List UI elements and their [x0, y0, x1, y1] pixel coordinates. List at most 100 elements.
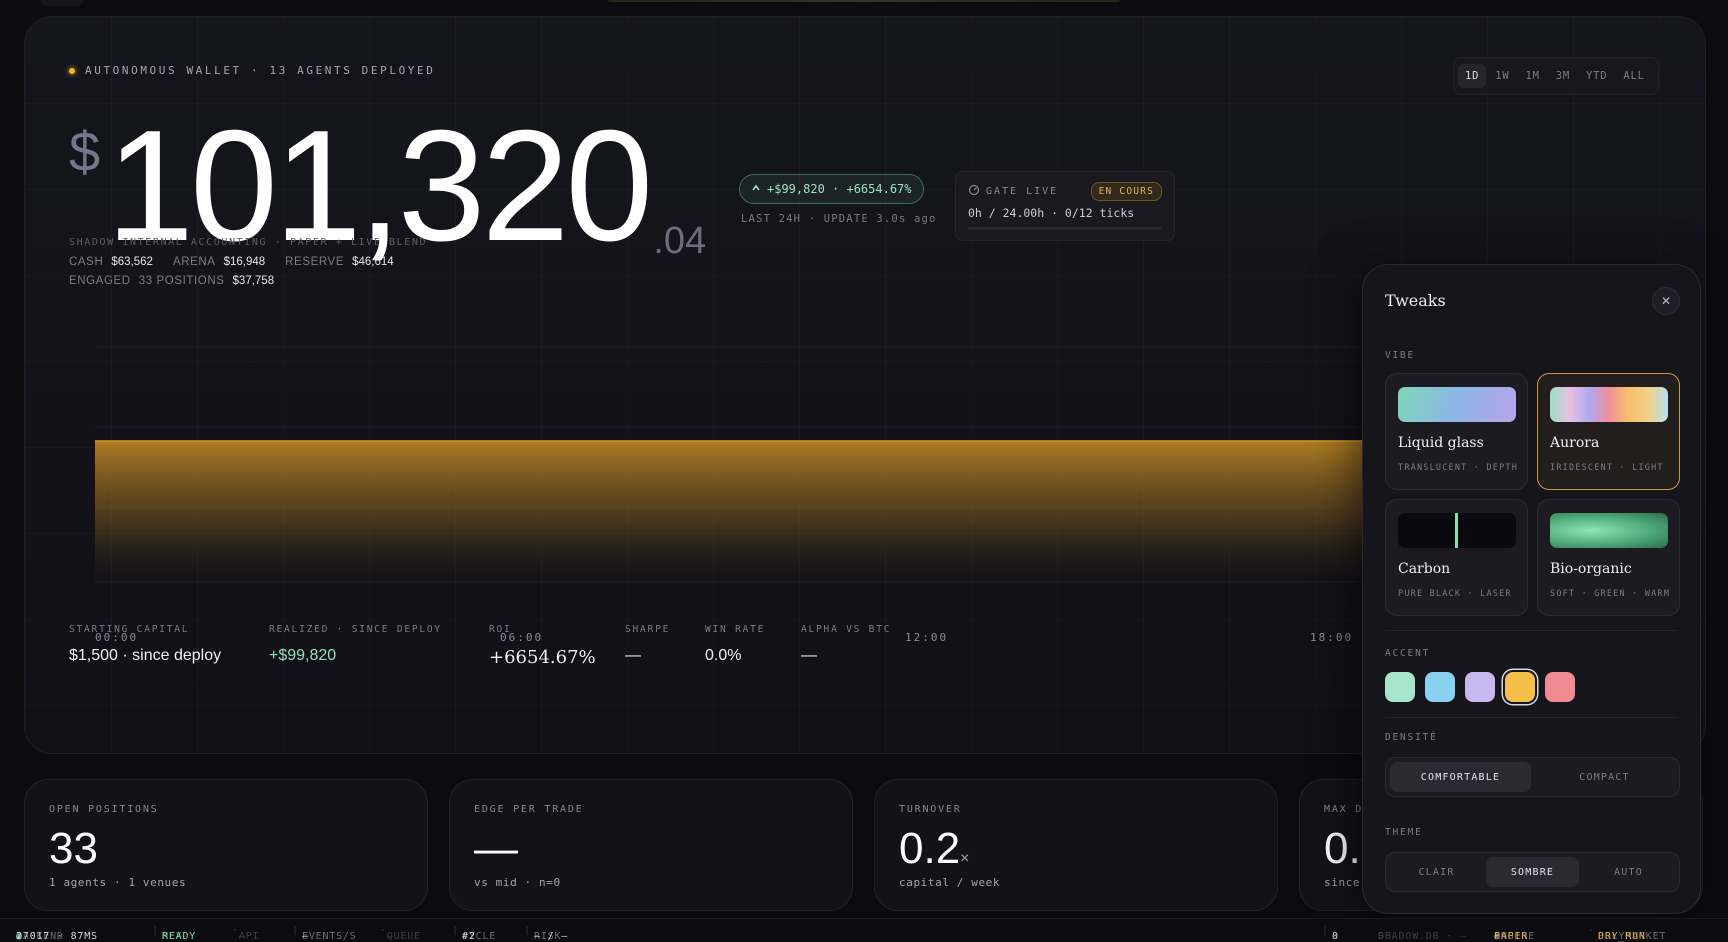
stat-label: ALPHA VS BTC	[801, 624, 892, 635]
close-button[interactable]: ✕	[1652, 287, 1680, 315]
accent-swatch[interactable]	[1545, 672, 1575, 702]
balance-breakdown-row: CASH $63,562 ARENA $16,948 RESERVE $46,6…	[69, 256, 406, 268]
delta-pill: +$99,820 · +6654.67%	[739, 174, 924, 204]
theme-section-label: THEME	[1385, 827, 1423, 838]
kpi-open-positions: OPEN POSITIONS 33 1 agents · 1 venues	[24, 779, 428, 911]
range-tab-3m[interactable]: 3M	[1549, 64, 1577, 88]
accent-swatch[interactable]	[1425, 672, 1455, 702]
theme-sombre-option[interactable]: SOMBRE	[1486, 857, 1579, 887]
vibe-name: Aurora	[1550, 435, 1600, 451]
theme-auto-option[interactable]: AUTO	[1582, 857, 1675, 887]
stat-label: ROI	[489, 624, 512, 635]
wallet-label-text: AUTONOMOUS WALLET · 13 AGENTS DEPLOYED	[85, 64, 436, 77]
arena-value: $16,948	[223, 256, 266, 268]
bio-organic-swatch	[1550, 513, 1668, 548]
x-tick-label: 18:00	[1310, 631, 1354, 644]
separator: ·	[1588, 925, 1595, 936]
stat-starting-capital: STARTING CAPITAL $1,500 · since deploy	[69, 624, 221, 665]
stat-value: +6654.67%	[489, 647, 596, 668]
density-comfortable-option[interactable]: COMFORTABLE	[1390, 762, 1531, 792]
tweaks-panel: Tweaks ✕ VIBE Liquid glass TRANSLUCENT ·…	[1362, 264, 1701, 914]
delta-subtext: LAST 24H · UPDATE 3.0s ago	[741, 213, 937, 225]
range-tab-1m[interactable]: 1M	[1519, 64, 1547, 88]
tweaks-title: Tweaks	[1385, 291, 1446, 310]
gate-label: GATE LIVE	[986, 186, 1059, 197]
vibe-bio-organic[interactable]: Bio-organic SOFT · GREEN · WARM	[1537, 499, 1680, 616]
kpi-subtext: 1 agents · 1 venues	[49, 876, 187, 889]
x-tick-label: 12:00	[905, 631, 949, 644]
separator: |	[152, 925, 159, 936]
vibe-name: Carbon	[1398, 561, 1451, 577]
engaged-value: $37,758	[232, 275, 275, 287]
queue-status: · QUEUE —	[380, 925, 421, 942]
stat-value: —	[801, 647, 817, 664]
stat-win-rate: WIN RATE 0.0%	[705, 624, 765, 665]
engaged-row: ENGAGED 33 POSITIONS $37,758	[69, 275, 286, 287]
range-tab-1d[interactable]: 1D	[1458, 64, 1487, 88]
gauge-icon	[968, 184, 980, 199]
vibe-carbon[interactable]: Carbon PURE BLACK · LASER	[1385, 499, 1528, 616]
cash-value: $63,562	[111, 256, 153, 268]
kpi-label: MAX D	[1324, 804, 1364, 815]
arrow-up-icon	[751, 182, 761, 196]
kpi-subtext: vs mid · n=0	[474, 876, 561, 889]
kpi-value: 0.2×	[899, 824, 970, 873]
kpi-value: 0.	[1324, 824, 1361, 873]
engaged-positions: 33 POSITIONS	[138, 275, 225, 287]
vibe-name: Liquid glass	[1398, 435, 1484, 451]
stat-label: REALIZED · SINCE DEPLOY	[269, 624, 442, 635]
accent-swatch[interactable]	[1385, 672, 1415, 702]
accent-section-label: ACCENT	[1385, 648, 1431, 659]
kpi-edge-per-trade: EDGE PER TRADE — vs mid · n=0	[449, 779, 853, 911]
stat-value: $1,500 · since deploy	[69, 647, 222, 664]
kpi-label: TURNOVER	[899, 804, 962, 815]
vibe-tag: PURE BLACK · LASER	[1398, 589, 1512, 599]
vibe-tag: SOFT · GREEN · WARM	[1550, 589, 1671, 599]
gate-live-card: GATE LIVE EN COURS 0h / 24.00h · 0/12 ti…	[955, 171, 1175, 241]
range-tab-ytd[interactable]: YTD	[1579, 64, 1614, 88]
density-toggle: COMFORTABLE COMPACT	[1385, 757, 1680, 797]
gate-header: GATE LIVE	[968, 184, 1058, 199]
vibe-aurora[interactable]: Aurora IRIDESCENT · LIGHT	[1537, 373, 1680, 490]
liquid-glass-swatch	[1398, 387, 1516, 422]
stat-sharpe: SHARPE —	[625, 624, 670, 665]
stat-label: WIN RATE	[705, 624, 766, 635]
top-hint-left	[40, 0, 84, 6]
accounting-label: SHADOW INTERNAL ACCOUNTING · PAPER + LIV…	[69, 237, 428, 248]
api-status: · API —	[232, 925, 260, 942]
density-section-label: DENSITÉ	[1385, 732, 1438, 743]
stat-label: STARTING CAPITAL	[69, 624, 190, 635]
accent-swatch[interactable]	[1465, 672, 1495, 702]
kpi-value: 33	[49, 824, 98, 873]
balance-area	[95, 441, 1395, 585]
stat-value: —	[625, 647, 641, 664]
balance-currency: $	[69, 120, 101, 183]
range-tab-all[interactable]: ALL	[1616, 64, 1651, 88]
separator: |	[1322, 925, 1329, 936]
balance-chart	[95, 346, 1395, 585]
stat-value: 0.0%	[705, 647, 742, 664]
balance-decimal: .04	[653, 220, 707, 262]
cash-label: CASH	[69, 256, 104, 268]
status-bar: ● BACKEND 27017 · 87MS | MLX READY · API…	[0, 918, 1728, 942]
kpi-turnover: TURNOVER 0.2× capital / week	[874, 779, 1278, 911]
close-icon: ✕	[1660, 294, 1672, 308]
vibe-liquid-glass[interactable]: Liquid glass TRANSLUCENT · DEPTH	[1385, 373, 1528, 490]
separator: |	[452, 925, 459, 936]
separator: |	[524, 925, 531, 936]
accent-swatch[interactable]	[1505, 672, 1535, 702]
gate-progress-text: 0h / 24.00h · 0/12 ticks	[968, 206, 1135, 220]
vibe-tag: IRIDESCENT · LIGHT	[1550, 463, 1664, 473]
divider	[1385, 717, 1678, 718]
top-hint-bar	[606, 0, 1122, 2]
divider	[1385, 630, 1678, 631]
theme-toggle: CLAIR SOMBRE AUTO	[1385, 852, 1680, 892]
kpi-subtext: since	[1324, 876, 1361, 889]
theme-clair-option[interactable]: CLAIR	[1390, 857, 1483, 887]
kpi-subtext: capital / week	[899, 876, 1001, 889]
range-tab-1w[interactable]: 1W	[1488, 64, 1516, 88]
gate-progress-bar	[968, 227, 1162, 230]
density-compact-option[interactable]: COMPACT	[1534, 762, 1675, 792]
reserve-label: RESERVE	[285, 256, 345, 268]
stat-alpha-vs-btc: ALPHA VS BTC —	[801, 624, 891, 665]
